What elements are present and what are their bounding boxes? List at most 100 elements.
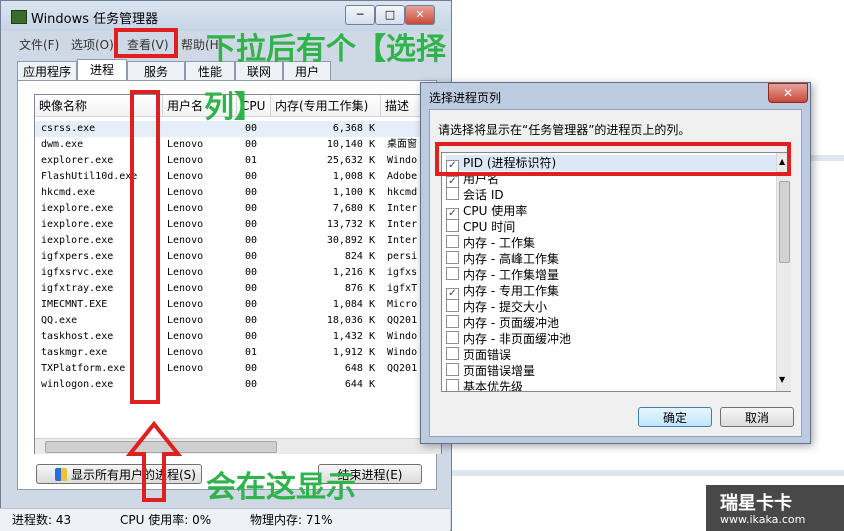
checkbox[interactable] <box>446 235 459 248</box>
cell-user: Lenovo <box>167 267 204 278</box>
cell-memory: 1,084 K <box>332 299 375 310</box>
cell-memory: 1,100 K <box>332 187 375 198</box>
column-header-memory[interactable]: 内存(专用工作集) <box>271 95 381 117</box>
process-row[interactable]: iexplore.exe Lenovo 00 13,732 K Inter <box>35 217 441 233</box>
column-option-label: 内存 - 页面缓冲池 <box>463 316 559 330</box>
column-option[interactable]: ✓ 内存 - 专用工作集 <box>446 283 559 301</box>
column-option[interactable]: CPU 时间 <box>446 219 515 235</box>
cell-memory: 7,680 K <box>332 203 375 214</box>
cell-user: Lenovo <box>167 203 204 214</box>
cell-user: Lenovo <box>167 155 204 166</box>
cell-cpu: 00 <box>245 251 258 262</box>
annotation-top-line1: 下拉后有个【选择 <box>206 32 446 67</box>
highlight-view-menu <box>114 28 178 58</box>
column-option-label: CPU 时间 <box>463 220 516 234</box>
process-row[interactable]: taskhost.exe Lenovo 00 1,432 K Windo <box>35 329 441 345</box>
background-line <box>452 470 844 476</box>
status-cpu-usage: CPU 使用率: 0% <box>120 513 212 527</box>
watermark-line1: 瑞星卡卡 <box>720 493 792 514</box>
process-row[interactable]: hkcmd.exe Lenovo 00 1,100 Khkcmd <box>35 185 441 201</box>
tab-processes[interactable]: 进程 <box>77 59 127 81</box>
column-option-label: 内存 - 工作集 <box>463 236 535 250</box>
cell-cpu: 00 <box>245 187 258 198</box>
checkbox[interactable] <box>446 363 459 376</box>
cell-user: Lenovo <box>167 187 204 198</box>
cell-cpu: 00 <box>245 363 258 374</box>
tab-applications[interactable]: 应用程序 <box>17 61 77 81</box>
minimize-button[interactable]: ─ <box>345 5 375 25</box>
process-list[interactable]: 映像名称 用户名 CPU 内存(专用工作集) 描述 csrss.exe 00 6,3… <box>34 94 442 454</box>
checkbox[interactable] <box>446 315 459 328</box>
process-row[interactable]: igfxtray.exe Lenovo 00 876 KigfxT <box>35 281 441 297</box>
cell-user: Lenovo <box>167 347 204 358</box>
column-option[interactable]: 内存 - 高峰工作集 <box>446 251 559 267</box>
cell-user: Lenovo <box>167 363 204 374</box>
column-option[interactable]: 页面错误 <box>446 347 511 363</box>
column-option[interactable]: 内存 - 工作集 <box>446 235 535 251</box>
cell-cpu: 00 <box>245 379 258 390</box>
column-option[interactable]: 内存 - 提交大小 <box>446 299 547 315</box>
process-row[interactable]: FlashUtil10d.exe Lenovo 00 1,008 K Adobe <box>35 169 441 185</box>
status-bar: 进程数: 43 CPU 使用率: 0% 物理内存: 71% <box>0 508 450 531</box>
cell-memory: 648 K <box>344 363 375 374</box>
ok-button[interactable]: 确定 <box>638 407 712 427</box>
close-button[interactable]: ✕ <box>405 5 435 25</box>
checkbox[interactable] <box>446 299 459 312</box>
dialog-close-button[interactable]: ✕ <box>768 83 808 103</box>
highlight-pid-column <box>130 90 160 404</box>
watermark: 瑞星卡卡 www.ikaka.com <box>706 485 844 531</box>
process-row[interactable]: winlogon.exe 00 644 K <box>35 377 441 393</box>
horizontal-scrollbar[interactable] <box>35 438 441 454</box>
cell-user: Lenovo <box>167 219 204 230</box>
cell-memory: 18,036 K <box>326 315 375 326</box>
process-row[interactable]: TXPlatform.exe Lenovo 00 648 K QQ201 <box>35 361 441 377</box>
cell-cpu: 00 <box>245 283 258 294</box>
scroll-down-arrow[interactable]: ▼ <box>779 375 785 384</box>
column-option-label: 内存 - 提交大小 <box>463 300 547 314</box>
checkbox[interactable] <box>446 219 459 232</box>
column-option[interactable]: 会话 ID <box>446 187 504 203</box>
column-option[interactable]: ✓ CPU 使用率 <box>446 203 527 221</box>
up-arrow-icon <box>125 420 183 502</box>
column-option[interactable]: 基本优先级 <box>446 379 524 392</box>
cancel-button[interactable]: 取消 <box>720 407 794 427</box>
column-option-label: 基本优先级 <box>463 380 524 392</box>
process-row[interactable]: igfxsrvc.exe Lenovo 00 1,216 Kigfxs <box>35 265 441 281</box>
highlight-pid-option <box>435 142 791 176</box>
checkbox[interactable] <box>446 331 459 344</box>
tab-services[interactable]: 服务 <box>127 61 185 81</box>
checkbox[interactable] <box>446 187 459 200</box>
vertical-scrollbar[interactable]: ▲ ▼ <box>776 153 791 391</box>
cell-user: Lenovo <box>167 139 204 150</box>
column-option-label: 内存 - 非页面缓冲池 <box>463 332 571 346</box>
cell-memory: 30,892 K <box>326 235 375 246</box>
cell-cpu: 00 <box>245 219 258 230</box>
column-option[interactable]: 内存 - 工作集增量 <box>446 267 559 283</box>
process-row[interactable]: iexplore.exe Lenovo 00 30,892 K Inter <box>35 233 441 249</box>
cell-user: Lenovo <box>167 235 204 246</box>
menu-file[interactable]: 文件(F) <box>19 36 59 53</box>
maximize-button[interactable]: □ <box>375 5 405 25</box>
process-row[interactable]: iexplore.exe Lenovo 00 7,680 K Inter <box>35 201 441 217</box>
process-row[interactable]: igfxpers.exe Lenovo 00 824 Kpersi <box>35 249 441 265</box>
scrollbar-thumb[interactable] <box>779 181 790 263</box>
checkbox[interactable] <box>446 347 459 360</box>
checkbox[interactable] <box>446 267 459 280</box>
cell-memory: 10,140 K <box>326 139 375 150</box>
cell-cpu: 00 <box>245 331 258 342</box>
column-option[interactable]: 内存 - 非页面缓冲池 <box>446 331 571 347</box>
annotation-top-line2: 列】 <box>204 90 264 125</box>
menu-options[interactable]: 选项(O) <box>71 36 114 53</box>
process-row[interactable]: taskmgr.exe Lenovo 01 1,912 K Windo <box>35 345 441 361</box>
process-row[interactable]: IMECMNT.EXE Lenovo 00 1,084 K Micro <box>35 297 441 313</box>
column-option[interactable]: 内存 - 页面缓冲池 <box>446 315 559 331</box>
checkbox[interactable] <box>446 379 459 391</box>
column-option[interactable]: 页面错误增量 <box>446 363 535 379</box>
cell-memory: 824 K <box>344 251 375 262</box>
up-arrow-shape <box>125 420 183 502</box>
process-row[interactable]: dwm.exe Lenovo 00 10,140 K 桌面窗 <box>35 137 441 153</box>
process-row[interactable]: QQ.exe Lenovo 00 18,036 K QQ201 <box>35 313 441 329</box>
column-options-list[interactable]: ✓ PID (进程标识符) ✓ 用户名 会话 ID ✓ CPU 使用率 CPU 时间 内存 - … <box>441 152 791 392</box>
process-row[interactable]: explorer.exe Lenovo 01 25,632 K Windo <box>35 153 441 169</box>
checkbox[interactable] <box>446 251 459 264</box>
